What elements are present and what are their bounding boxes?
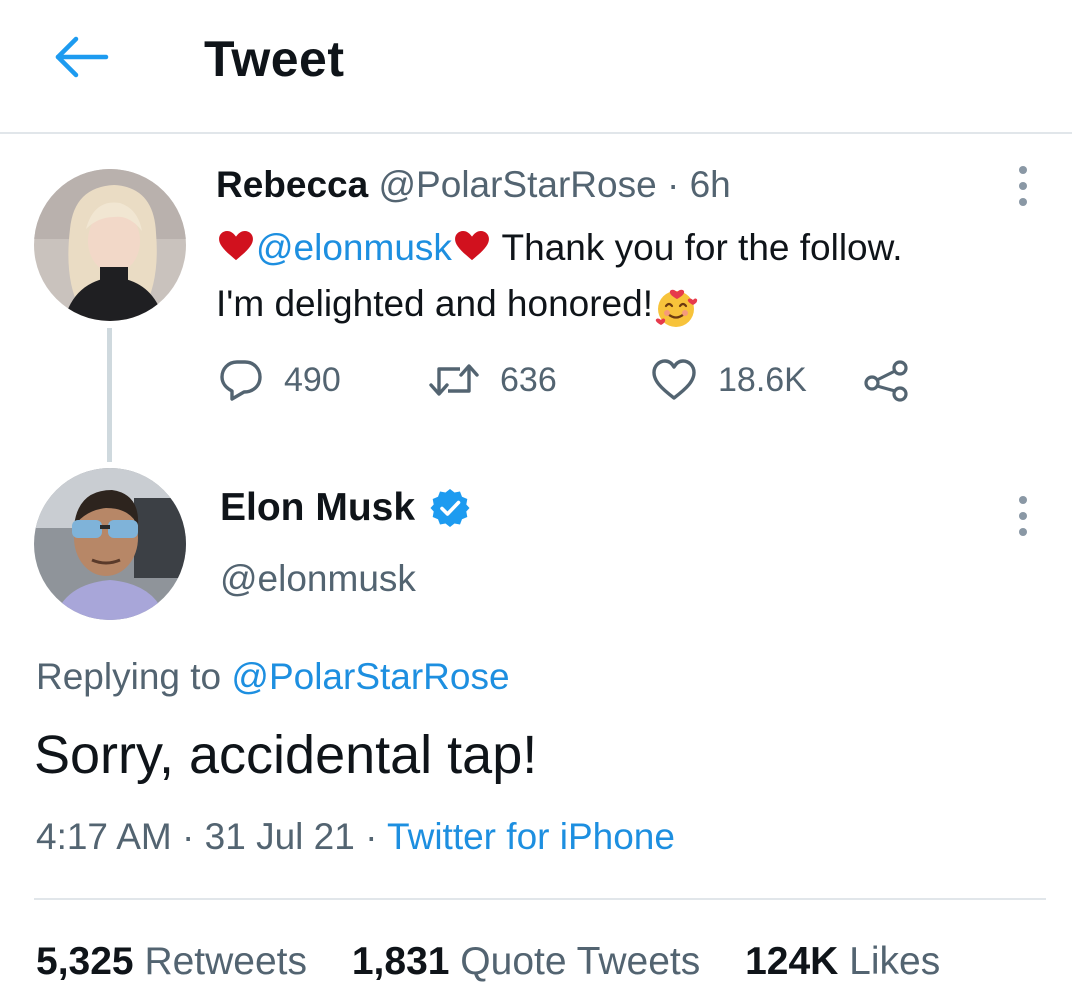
parent-more-options-button[interactable]	[1016, 166, 1030, 206]
retweet-icon	[429, 364, 479, 396]
quote-tweets-label: Quote Tweets	[449, 940, 701, 983]
separator-dot: ·	[354, 816, 388, 857]
top-bar: Tweet	[0, 0, 1072, 134]
dot-icon	[1019, 166, 1027, 174]
heart-outline-icon	[652, 359, 696, 400]
retweet-count: 636	[500, 360, 557, 399]
like-count: 18.6K	[718, 360, 807, 399]
tweet-more-options-button[interactable]	[1016, 496, 1030, 536]
like-button[interactable]: 18.6K	[650, 352, 807, 408]
quote-tweets-count: 1,831	[351, 940, 450, 983]
parent-author-name[interactable]: Rebecca	[216, 164, 368, 205]
retweet-button[interactable]: 636	[428, 352, 557, 408]
avatar-elon-musk[interactable]	[34, 468, 186, 620]
retweets-stat[interactable]: 5,325 Retweets	[36, 940, 307, 983]
arrow-left-icon	[55, 36, 109, 78]
author-name[interactable]: Elon Musk	[220, 486, 415, 530]
quote-tweets-stat[interactable]: 1,831 Quote Tweets	[352, 940, 700, 983]
likes-label: Likes	[838, 940, 941, 983]
avatar-rebecca[interactable]	[34, 169, 186, 321]
reply-count: 490	[284, 360, 341, 399]
share-icon	[864, 360, 908, 402]
parent-action-bar: 490 636 18.6K	[218, 352, 938, 408]
thread-connector	[107, 328, 112, 462]
parent-tweet-header: Rebecca @PolarStarRose · 6h	[216, 164, 731, 206]
divider	[34, 898, 1046, 900]
parent-tweet-text: @elonmusk Thank you for the follow. I'm …	[216, 220, 1036, 332]
replying-to-label: Replying to	[36, 656, 232, 697]
dot-icon	[1019, 496, 1027, 504]
red-heart-icon	[219, 230, 253, 261]
tweet-meta: 4:17 AM · 31 Jul 21 · Twitter for iPhone	[36, 816, 675, 858]
back-button[interactable]	[50, 30, 110, 90]
parent-text-line2: I'm delighted and honored!	[216, 283, 653, 324]
separator-dot: ·	[656, 164, 690, 205]
elon-musk-photo	[34, 468, 186, 620]
reply-bubble-icon	[220, 360, 262, 401]
retweets-count: 5,325	[36, 940, 134, 983]
replying-to-link[interactable]: @PolarStarRose	[231, 656, 509, 697]
dot-icon	[1019, 528, 1027, 536]
tweet-time[interactable]: 4:17 AM	[36, 816, 172, 857]
retweets-label: Retweets	[133, 940, 308, 983]
tweet-date[interactable]: 31 Jul 21	[205, 816, 355, 857]
parent-author-handle[interactable]: @PolarStarRose	[379, 164, 657, 205]
dot-icon	[1019, 198, 1027, 206]
mention-link[interactable]: @elonmusk	[256, 227, 452, 268]
red-heart-icon	[454, 230, 489, 261]
parent-text-part: Thank you for the follow.	[491, 227, 903, 268]
tweet-text: Sorry, accidental tap!	[34, 725, 538, 785]
author-name-row: Elon Musk	[220, 486, 471, 530]
tweet-source-link[interactable]: Twitter for iPhone	[387, 816, 675, 857]
page-title: Tweet	[204, 31, 345, 87]
likes-count: 124K	[745, 940, 839, 983]
dot-icon	[1019, 182, 1027, 190]
replying-to-line: Replying to @PolarStarRose	[36, 656, 510, 698]
reply-button[interactable]: 490	[218, 352, 341, 408]
author-handle[interactable]: @elonmusk	[220, 558, 416, 600]
separator-dot: ·	[171, 816, 205, 857]
verified-badge-icon	[430, 489, 470, 527]
dot-icon	[1019, 512, 1027, 520]
smiling-face-with-hearts-icon	[655, 289, 698, 327]
share-button[interactable]	[862, 352, 912, 408]
engagement-stats: 5,325 Retweets 1,831 Quote Tweets 124K L…	[36, 940, 974, 984]
parent-tweet-time[interactable]: 6h	[690, 164, 731, 205]
rebecca-photo	[34, 169, 186, 321]
likes-stat[interactable]: 124K Likes	[745, 940, 940, 983]
